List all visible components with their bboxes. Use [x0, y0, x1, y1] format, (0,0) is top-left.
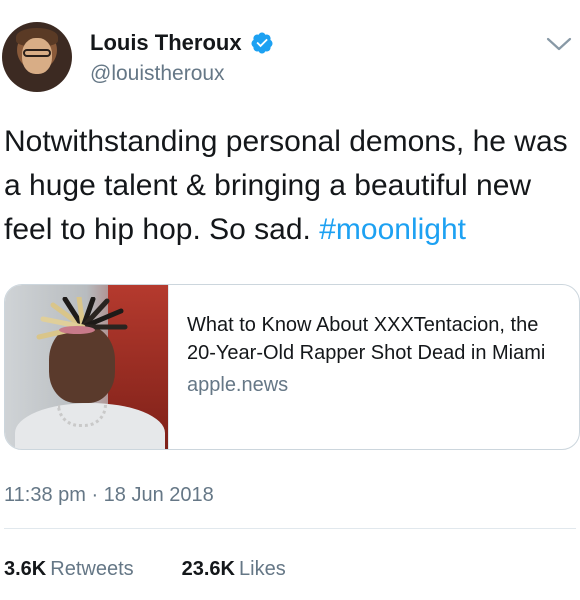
retweets-count: 3.6K	[4, 558, 47, 580]
link-card[interactable]: What to Know About XXXTentacion, the 20-…	[4, 284, 580, 450]
likes-label: Likes	[239, 558, 286, 580]
thumbnail-dreads	[36, 297, 128, 340]
name-row: Louis Theroux	[90, 30, 274, 56]
avatar-glasses	[23, 49, 51, 57]
card-thumbnail	[5, 285, 169, 449]
engagement-stats: 3.6K Retweets 23.6K Likes	[4, 558, 286, 581]
display-name[interactable]: Louis Theroux	[90, 30, 242, 56]
retweets-label: Retweets	[50, 558, 134, 580]
card-title[interactable]: What to Know About XXXTentacion, the 20-…	[187, 311, 567, 367]
hashtag-link[interactable]: #moonlight	[319, 213, 466, 246]
handle[interactable]: @louistheroux	[90, 62, 225, 86]
tweet-header: Louis Theroux @louistheroux	[0, 18, 580, 98]
retweets-stat[interactable]: 3.6K Retweets	[4, 558, 134, 581]
verified-badge-icon	[251, 32, 273, 54]
timestamp[interactable]: 11:38 pm · 18 Jun 2018	[4, 484, 214, 507]
chevron-down-icon[interactable]	[546, 36, 572, 52]
card-text: What to Know About XXXTentacion, the 20-…	[187, 311, 567, 399]
tweet-text: Notwithstanding personal demons, he was …	[4, 120, 576, 252]
divider	[4, 528, 576, 529]
card-domain: apple.news	[187, 374, 289, 396]
tweet-body: Notwithstanding personal demons, he was …	[4, 125, 568, 246]
avatar[interactable]	[2, 22, 72, 92]
likes-stat[interactable]: 23.6K Likes	[182, 558, 286, 581]
likes-count: 23.6K	[181, 558, 235, 580]
